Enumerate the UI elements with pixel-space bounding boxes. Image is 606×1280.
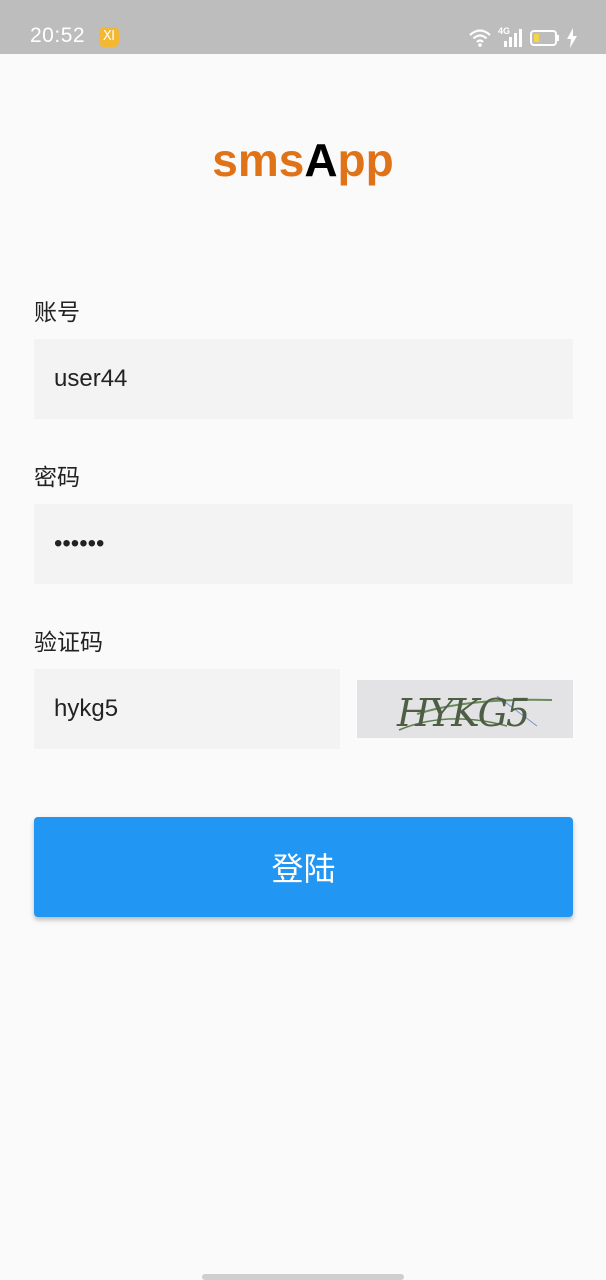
app-title: smsApp xyxy=(0,132,606,188)
account-input[interactable]: user44 xyxy=(34,339,573,419)
password-label: 密码 xyxy=(34,465,80,491)
wifi-icon xyxy=(468,28,492,48)
captcha-input-value: hykg5 xyxy=(54,695,119,722)
captcha-text: HYKG5 xyxy=(396,691,528,735)
home-gesture-bar[interactable] xyxy=(202,1274,404,1280)
app-title-sms: sms xyxy=(212,134,305,186)
account-label: 账号 xyxy=(34,300,80,326)
status-icons: 4G xyxy=(468,25,578,51)
status-bar: 20:52 Ⅺ 4G xyxy=(0,0,606,54)
password-input[interactable]: •••••• xyxy=(34,504,573,584)
login-button[interactable]: 登陆 xyxy=(34,817,573,917)
account-input-value: user44 xyxy=(54,365,128,392)
app-notification-icon: Ⅺ xyxy=(99,27,119,47)
password-input-value: •••••• xyxy=(54,530,105,557)
status-time: 20:52 xyxy=(30,24,86,47)
app-title-a: A xyxy=(304,134,338,186)
captcha-image[interactable]: HYKG5 xyxy=(357,680,573,738)
app-title-pp: pp xyxy=(337,134,394,186)
login-button-label: 登陆 xyxy=(271,850,336,888)
battery-icon xyxy=(530,29,560,47)
signal-icon: 4G xyxy=(498,26,524,48)
captcha-input[interactable]: hykg5 xyxy=(34,669,340,749)
charging-icon xyxy=(566,28,578,48)
captcha-label: 验证码 xyxy=(34,630,103,656)
